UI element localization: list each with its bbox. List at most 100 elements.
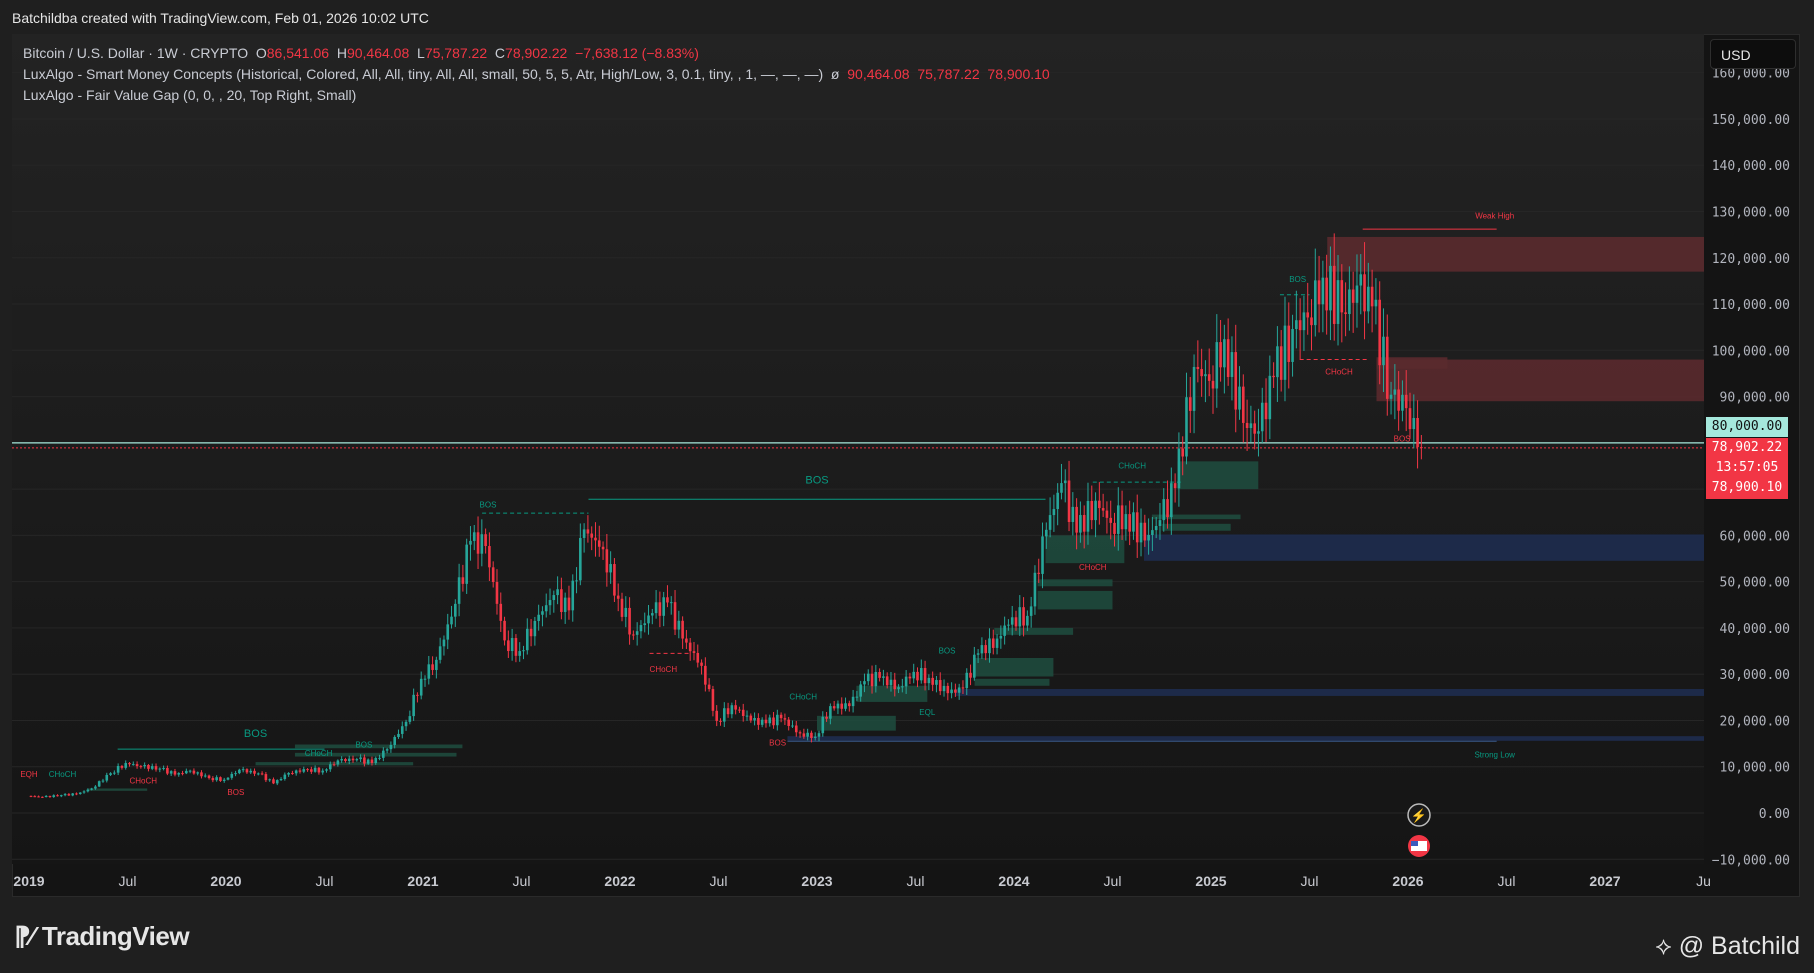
ob-zone [1037, 579, 1113, 587]
candle-body [563, 597, 567, 612]
structure-label: BOS [1289, 275, 1306, 284]
ob-zone [1161, 523, 1231, 531]
candle-body [897, 687, 900, 690]
candle-body [878, 671, 881, 678]
candle-body [973, 654, 976, 678]
candle-body [1090, 501, 1094, 521]
candle-body [1185, 397, 1188, 457]
candle-body [810, 732, 813, 738]
candle-body [685, 638, 688, 643]
structure-label: CHoCH [789, 693, 817, 702]
candle-body [821, 716, 825, 734]
candle-body [961, 687, 965, 689]
candle-body [234, 773, 237, 775]
candle-body [851, 696, 855, 707]
structure-label: CHoCH [305, 749, 333, 758]
candle-body [1279, 346, 1283, 380]
candle-body [741, 709, 745, 717]
candle-body [848, 703, 851, 707]
candle-body [700, 662, 703, 666]
candle-body [635, 631, 639, 635]
candle-body [158, 768, 162, 770]
candle-body [1029, 606, 1033, 616]
candle-body [628, 607, 631, 635]
structure-label: BOS [805, 475, 828, 487]
structure-label: BOS [227, 788, 244, 797]
candle-body [249, 770, 253, 773]
change-value: −7,638.12 (−8.83%) [575, 45, 699, 61]
candle-body [518, 651, 522, 656]
high-label: H [336, 45, 347, 61]
candle-body [749, 715, 753, 721]
candle-body [442, 639, 446, 647]
candle-body [980, 645, 984, 654]
candle-body [1158, 520, 1162, 526]
candle-body [226, 777, 230, 780]
candle-body [590, 533, 593, 538]
structure-label: Weak High [1475, 211, 1514, 220]
structure-label: CHoCH [650, 665, 678, 674]
candle-body [1329, 265, 1332, 311]
candle-body [776, 714, 779, 726]
candle-body [340, 759, 343, 761]
time-axis-label: Jul [1498, 873, 1516, 889]
smc-indicator-legend[interactable]: LuxAlgo - Smart Money Concepts (Historic… [23, 66, 1050, 82]
candle-body [1056, 492, 1059, 510]
symbol-legend[interactable]: Bitcoin / U.S. Dollar · 1W · CRYPTO O86,… [23, 45, 699, 61]
candle-body [120, 765, 124, 768]
candle-body [919, 668, 923, 681]
alert-price-tag[interactable]: 80,000.00 [1706, 417, 1788, 437]
candle-body [370, 759, 374, 764]
price-axis-label: 130,000.00 [1712, 205, 1790, 220]
candle-body [722, 708, 726, 722]
candle-body [1313, 280, 1317, 326]
price-axis-label: 50,000.00 [1720, 576, 1790, 591]
ob-zone [88, 788, 148, 791]
candle-body [393, 736, 396, 745]
candle-body [874, 671, 878, 687]
candle-body [211, 778, 215, 781]
candle-body [275, 780, 279, 784]
candle-body [465, 544, 468, 584]
time-axis-label: Jul [907, 873, 925, 889]
price-chart[interactable]: EQH CHoCHCHoCHBOSBOSCHoCHBOSBOSBOSCHoCHCH… [0, 0, 1814, 973]
candle-body [325, 769, 328, 771]
candle-body [344, 759, 347, 762]
candle-body [124, 763, 128, 768]
candle-body [207, 775, 211, 779]
candle-body [692, 651, 696, 653]
candle-body [169, 771, 173, 774]
candle-body [116, 765, 120, 773]
candle-body [1007, 624, 1010, 626]
candle-body [798, 732, 802, 734]
price-axis-label: −10,000.00 [1712, 853, 1790, 868]
high-value: 90,464.08 [346, 45, 410, 61]
time-axis-label: 2027 [1589, 873, 1620, 889]
currency-button[interactable]: USD [1710, 39, 1796, 69]
candle-body [548, 600, 552, 606]
candle-body [673, 602, 677, 630]
candle-body [1321, 277, 1325, 305]
candle-body [268, 779, 271, 781]
close-label: C [494, 45, 506, 61]
candle-body [1116, 505, 1120, 534]
candle-body [253, 770, 256, 774]
candle-body [332, 764, 336, 766]
candle-body [33, 796, 37, 798]
candle-body [931, 677, 934, 685]
candle-body [840, 703, 844, 709]
price-axis-label: 60,000.00 [1720, 529, 1790, 544]
fvg-indicator-legend[interactable]: LuxAlgo - Fair Value Gap (0, 0, , 20, To… [23, 87, 356, 103]
candle-body [923, 668, 927, 684]
time-axis-label: Jul [1104, 873, 1122, 889]
structure-label: CHoCH [1079, 563, 1107, 572]
candle-body [162, 768, 165, 770]
candle-body [1249, 423, 1253, 429]
candle-body [1416, 418, 1419, 448]
candle-body [829, 706, 832, 719]
candle-body [696, 652, 700, 663]
candle-body [525, 628, 529, 651]
candle-body [1170, 483, 1173, 518]
candle-body [866, 673, 870, 682]
candle-body [291, 772, 294, 774]
